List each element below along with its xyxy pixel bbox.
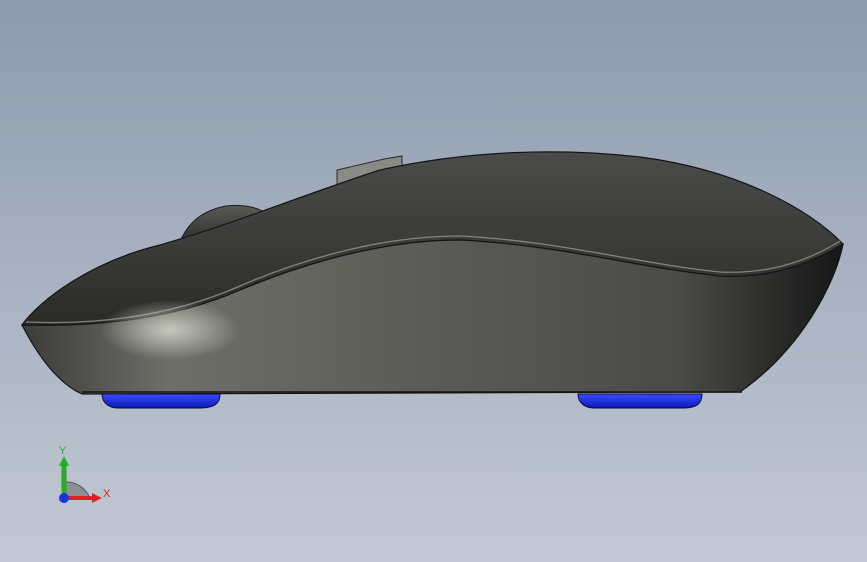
x-axis-label: X: [103, 488, 111, 500]
front-foot: [101, 393, 221, 409]
mouse-model[interactable]: [0, 0, 867, 562]
graphics-viewport[interactable]: Y X: [0, 0, 867, 562]
rear-foot: [577, 393, 703, 409]
y-axis-label: Y: [59, 445, 67, 457]
coordinate-triad: Y X: [59, 445, 111, 503]
specular-highlight: [100, 300, 240, 360]
